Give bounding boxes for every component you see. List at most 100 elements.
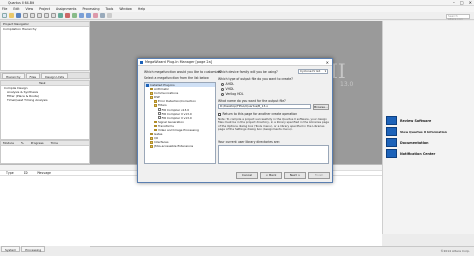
- radio-vhdl[interactable]: VHDL: [221, 87, 234, 91]
- device-family-select[interactable]: Cyclone IV GX ▾: [298, 69, 328, 74]
- next-button[interactable]: Next >: [284, 172, 306, 179]
- file-icon: [158, 108, 161, 112]
- navigator-tabs: Hierarchy Files Design Units: [0, 72, 90, 79]
- task-row[interactable]: TimeQuest Timing Analysis: [1, 98, 89, 102]
- cancel-button[interactable]: Cancel: [236, 172, 258, 179]
- tab-files[interactable]: Files: [25, 73, 41, 79]
- library-note: Note: To compile a project successfully …: [218, 118, 329, 131]
- new-file-icon[interactable]: [2, 13, 7, 18]
- folder-icon: [154, 104, 157, 107]
- folder-icon: [154, 100, 157, 103]
- notification-icon: [386, 149, 397, 158]
- paste-icon[interactable]: [37, 13, 42, 18]
- menu-assignments[interactable]: Assignments: [56, 7, 76, 11]
- right-panel: Review Software View Quartus II Informat…: [382, 21, 474, 234]
- compile-icon[interactable]: [72, 13, 77, 18]
- menu-tools[interactable]: Tools: [105, 7, 113, 11]
- project-navigator-panel: Project Navigator Compilation Hierarchy: [0, 21, 90, 71]
- menu-window[interactable]: Window: [119, 7, 132, 11]
- search-input[interactable]: Search altera.com: [446, 13, 470, 21]
- maximize-button[interactable]: □: [460, 1, 464, 5]
- review-software-button[interactable]: Review Software: [386, 116, 456, 125]
- output-type-question: Which type of output file do you want to…: [218, 77, 293, 81]
- analysis-icon[interactable]: [79, 13, 84, 18]
- documentation-icon: [386, 138, 397, 147]
- folder-icon: [150, 132, 153, 136]
- back-button[interactable]: < Back: [260, 172, 282, 179]
- status-bar: ©2014 Altera Corp.: [90, 246, 474, 256]
- redo-icon[interactable]: [51, 13, 56, 18]
- megafunction-tree[interactable]: Installed Plug-Ins Arithmetic Communicatio…: [144, 82, 216, 164]
- close-button[interactable]: ✕: [469, 1, 472, 5]
- dialog-title-bar: MegaWizard Plug-In Manager [page 2a] ✕: [138, 59, 332, 66]
- menu-view[interactable]: View: [26, 7, 34, 11]
- current-libraries-label: Your current user library directories ar…: [218, 140, 280, 144]
- open-folder-icon[interactable]: [9, 13, 14, 18]
- folder-icon: [154, 124, 157, 128]
- chip-planner-icon[interactable]: [100, 13, 105, 18]
- documentation-button[interactable]: Documentation: [386, 138, 456, 147]
- window-title: Quartus II 64-Bit: [8, 1, 35, 5]
- timing-icon[interactable]: [86, 13, 91, 18]
- workspace-version: 13.0: [340, 81, 354, 88]
- save-icon[interactable]: [16, 13, 21, 18]
- project-icon[interactable]: [58, 13, 63, 18]
- tab-processing[interactable]: Processing: [21, 246, 46, 252]
- tab-system[interactable]: System: [1, 246, 21, 252]
- bottom-tabs: System Processing: [0, 246, 90, 256]
- software-icon: [386, 116, 397, 125]
- view-info-button[interactable]: View Quartus II Information: [386, 127, 456, 136]
- return-checkbox[interactable]: Return to this page for another create o…: [218, 112, 297, 116]
- finish-button[interactable]: Finish: [308, 172, 330, 179]
- plugin-icon: [146, 83, 149, 87]
- folder-icon: [150, 141, 153, 144]
- tree-items: Installed Plug-Ins Arithmetic Communicatio…: [145, 83, 215, 149]
- toolbar: Search altera.com: [0, 12, 474, 21]
- device-family-question: Which device family will you be using?: [218, 70, 278, 74]
- netlist-icon[interactable]: [107, 13, 112, 18]
- radio-verilog[interactable]: Verilog HDL: [221, 92, 244, 96]
- chevron-down-icon: ▾: [324, 70, 326, 73]
- menu-edit[interactable]: Edit: [13, 7, 19, 11]
- browse-button[interactable]: Browse...: [313, 103, 329, 110]
- compilation-hierarchy-item[interactable]: Compilation Hierarchy: [1, 27, 89, 31]
- folder-icon: [150, 145, 153, 148]
- stop-icon[interactable]: [65, 13, 70, 18]
- tree-item-label: JTAG-accessible Extensions: [154, 144, 194, 149]
- menu-project[interactable]: Project: [39, 7, 50, 11]
- tasks-panel: Task Compile Design Analysis & Synthesis…: [0, 80, 90, 140]
- library-directories-list[interactable]: [218, 145, 329, 164]
- folder-icon: [154, 128, 157, 132]
- info-icon: [386, 127, 397, 136]
- undo-icon[interactable]: [44, 13, 49, 18]
- menu-help[interactable]: Help: [138, 7, 145, 11]
- programmer-icon[interactable]: [93, 13, 98, 18]
- progress-header: Module % Progress Time: [1, 141, 89, 146]
- tab-design-units[interactable]: Design Units: [41, 73, 69, 79]
- minimize-button[interactable]: –: [453, 1, 455, 5]
- file-icon: [158, 116, 161, 120]
- dialog-close-icon[interactable]: ✕: [326, 59, 329, 66]
- folder-icon: [150, 96, 153, 99]
- folder-icon: [150, 87, 153, 91]
- radio-ahdl[interactable]: AHDL: [221, 82, 234, 86]
- tree-item-label: Video and Image Processing: [158, 128, 199, 133]
- copy-icon[interactable]: [30, 13, 35, 18]
- menu-processing[interactable]: Processing: [82, 7, 99, 11]
- status-text: ©2014 Altera Corp.: [440, 249, 470, 253]
- output-name-question: What name do you want for the output fil…: [218, 99, 286, 103]
- output-file-input[interactable]: D:/Desktop/FPGA/Quartus/B_13.o: [218, 104, 311, 109]
- megawizard-dialog: MegaWizard Plug-In Manager [page 2a] ✕ W…: [137, 58, 333, 183]
- folder-icon: [150, 91, 153, 95]
- folder-icon: [150, 136, 153, 140]
- menu-file[interactable]: File: [2, 7, 7, 11]
- progress-panel: Module % Progress Time: [0, 140, 90, 164]
- file-icon: [158, 112, 161, 116]
- notification-center-button[interactable]: Notification Center: [386, 149, 456, 158]
- folder-icon: [154, 120, 157, 124]
- tree-item[interactable]: JTAG-accessible Extensions: [145, 144, 215, 148]
- megawizard-icon: [140, 61, 143, 64]
- tab-hierarchy[interactable]: Hierarchy: [2, 73, 25, 79]
- select-megafunction-label: Select a megafunction from the list belo…: [144, 76, 209, 80]
- cut-icon[interactable]: [23, 13, 28, 18]
